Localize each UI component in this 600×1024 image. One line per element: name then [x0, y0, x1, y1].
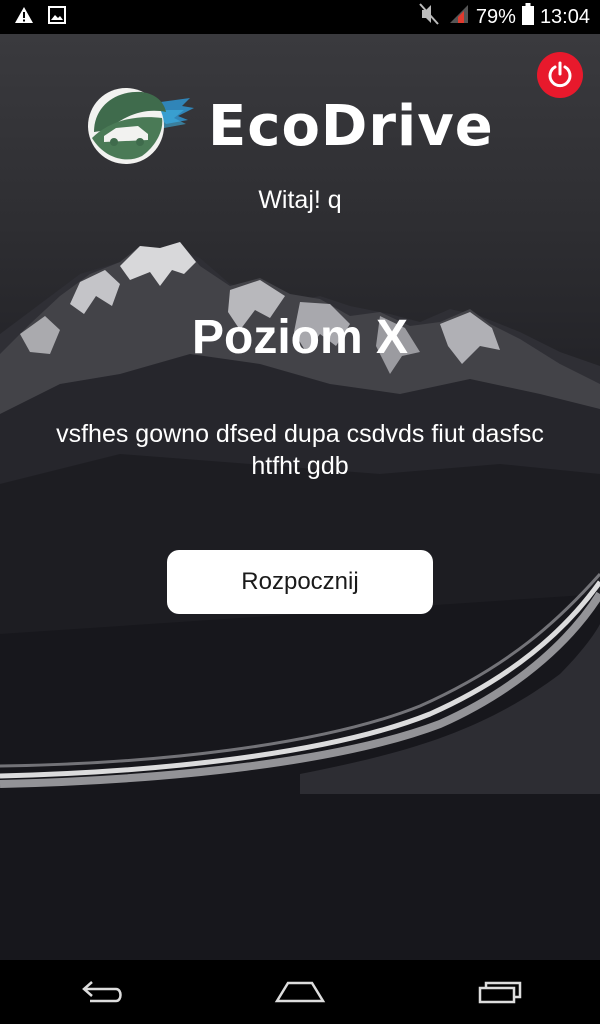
recents-icon	[478, 981, 522, 1004]
power-icon	[548, 61, 572, 88]
logo-text: EcoDrive	[208, 93, 494, 159]
mute-icon	[416, 2, 442, 32]
app-logo: EcoDrive	[86, 84, 494, 168]
greeting-text: Witaj! q	[258, 186, 342, 214]
home-icon	[274, 981, 326, 1003]
signal-icon	[448, 3, 470, 31]
clock: 13:04	[539, 5, 590, 28]
warning-icon	[14, 6, 34, 29]
back-icon	[82, 981, 122, 1003]
level-title: Poziom X	[191, 311, 409, 364]
recents-button[interactable]	[460, 967, 540, 1017]
level-description: vsfhes gowno dfsed dupa csdvds fiut dasf…	[56, 420, 544, 480]
battery-icon	[521, 3, 534, 31]
status-bar: 79% 13:04	[0, 0, 600, 34]
battery-label: 79%	[475, 5, 516, 28]
power-button[interactable]	[537, 52, 583, 98]
car-leaf-logo-icon	[88, 88, 194, 164]
image-icon	[48, 5, 66, 29]
navigation-bar	[0, 960, 600, 1024]
start-button[interactable]: Rozpocznij	[167, 550, 433, 614]
app-screen: EcoDrive Witaj! q Poziom X vsfhes gowno …	[0, 34, 600, 960]
mountain-road-background	[0, 242, 600, 960]
home-button[interactable]	[260, 967, 340, 1017]
back-button[interactable]	[60, 967, 140, 1017]
